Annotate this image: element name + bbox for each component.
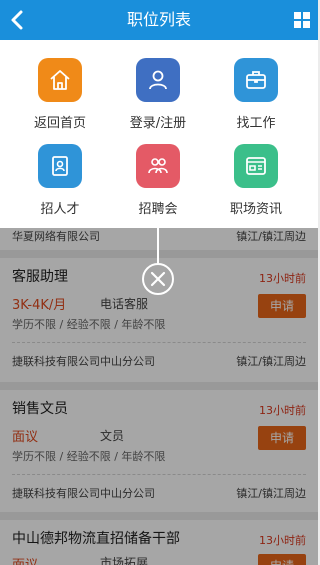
- home-icon: [50, 70, 70, 90]
- news-icon: [246, 157, 266, 175]
- menu-item-label: 招聘会: [138, 202, 178, 217]
- group-icon: [148, 158, 168, 174]
- home-tile: [38, 58, 82, 102]
- menu-item-home[interactable]: 返回首页: [15, 58, 105, 140]
- menu-item-label: 招人才: [40, 202, 80, 217]
- app-header: 职位列表: [0, 0, 318, 40]
- menu-item-hire[interactable]: 招人才: [15, 144, 105, 226]
- menu-item-label: 返回首页: [33, 116, 86, 131]
- grid-icon[interactable]: [294, 12, 310, 28]
- page-title: 职位列表: [126, 10, 191, 29]
- menu-item-news[interactable]: 职场资讯: [211, 144, 301, 226]
- briefcase-icon: [246, 71, 266, 89]
- id-card-icon: [52, 156, 68, 176]
- grid-menu: 返回首页 登录/注册 找工作 招人才 招聘会 职场资讯: [0, 40, 318, 228]
- menu-stem: [157, 228, 159, 264]
- menu-item-find-job[interactable]: 找工作: [211, 58, 301, 140]
- menu-item-label: 找工作: [236, 116, 276, 131]
- user-icon: [149, 70, 167, 90]
- menu-item-label: 登录/注册: [129, 116, 187, 131]
- menu-item-label: 职场资讯: [229, 202, 282, 217]
- news-tile: [234, 144, 278, 188]
- briefcase-tile: [234, 58, 278, 102]
- menu-item-job-fair[interactable]: 招聘会: [113, 144, 203, 226]
- id-card-tile: [38, 144, 82, 188]
- user-tile: [136, 58, 180, 102]
- menu-item-login[interactable]: 登录/注册: [113, 58, 203, 140]
- group-tile: [136, 144, 180, 188]
- close-icon[interactable]: [141, 262, 175, 296]
